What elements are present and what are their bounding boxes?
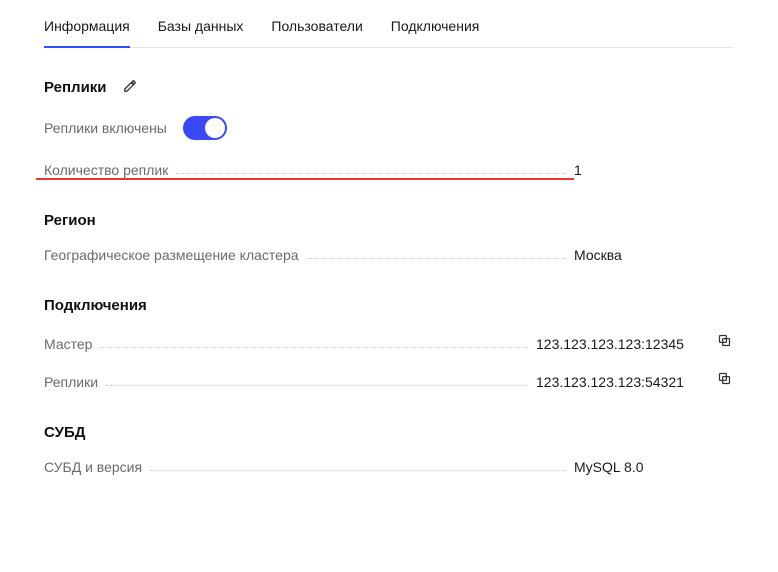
section-title-connections: Подключения — [44, 297, 147, 314]
region-placement-label: Географическое размещение кластера — [44, 247, 299, 263]
dots-leader — [150, 470, 566, 471]
tab-databases[interactable]: Базы данных — [158, 10, 244, 47]
section-dbms: СУБД СУБД и версия MySQL 8.0 — [44, 424, 734, 475]
edit-replicas-button[interactable] — [119, 76, 141, 98]
copy-master-button[interactable] — [714, 332, 734, 352]
region-placement-value: Москва — [574, 247, 734, 263]
connection-replicas-row: Реплики 123.123.123.123:54321 — [44, 370, 734, 390]
tab-connections[interactable]: Подключения — [391, 10, 480, 47]
dbms-version-label: СУБД и версия — [44, 459, 142, 475]
dots-leader — [106, 385, 528, 386]
connection-replicas-label: Реплики — [44, 374, 98, 390]
tab-users[interactable]: Пользователи — [271, 10, 362, 47]
tabs: Информация Базы данных Пользователи Подк… — [44, 10, 734, 48]
region-placement-row: Географическое размещение кластера Москв… — [44, 247, 734, 263]
toggle-knob — [205, 118, 225, 138]
connection-master-label: Мастер — [44, 336, 92, 352]
section-replicas: Реплики Реплики включены Количество репл… — [44, 76, 734, 178]
replicas-count-label: Количество реплик — [44, 162, 168, 178]
dbms-version-value: MySQL 8.0 — [574, 459, 734, 475]
connection-master-row: Мастер 123.123.123.123:12345 — [44, 332, 734, 352]
copy-replicas-button[interactable] — [714, 370, 734, 390]
section-connections: Подключения Мастер 123.123.123.123:12345… — [44, 297, 734, 390]
connection-master-value: 123.123.123.123:12345 — [536, 336, 696, 352]
copy-icon — [717, 371, 732, 389]
pencil-icon — [123, 79, 137, 96]
section-title-dbms: СУБД — [44, 424, 85, 441]
replicas-count-row: Количество реплик 1 — [44, 162, 734, 178]
section-region: Регион Географическое размещение кластер… — [44, 212, 734, 263]
section-title-replicas: Реплики — [44, 79, 107, 96]
dots-leader — [176, 173, 566, 174]
replicas-toggle[interactable] — [183, 116, 227, 140]
copy-icon — [717, 333, 732, 351]
dots-leader — [307, 258, 566, 259]
section-title-region: Регион — [44, 212, 96, 229]
tab-info[interactable]: Информация — [44, 10, 130, 48]
dots-leader — [100, 347, 528, 348]
connection-replicas-value: 123.123.123.123:54321 — [536, 374, 696, 390]
replicas-count-value: 1 — [574, 162, 734, 178]
dbms-version-row: СУБД и версия MySQL 8.0 — [44, 459, 734, 475]
highlight-underline — [36, 178, 574, 180]
replicas-toggle-label: Реплики включены — [44, 120, 167, 136]
